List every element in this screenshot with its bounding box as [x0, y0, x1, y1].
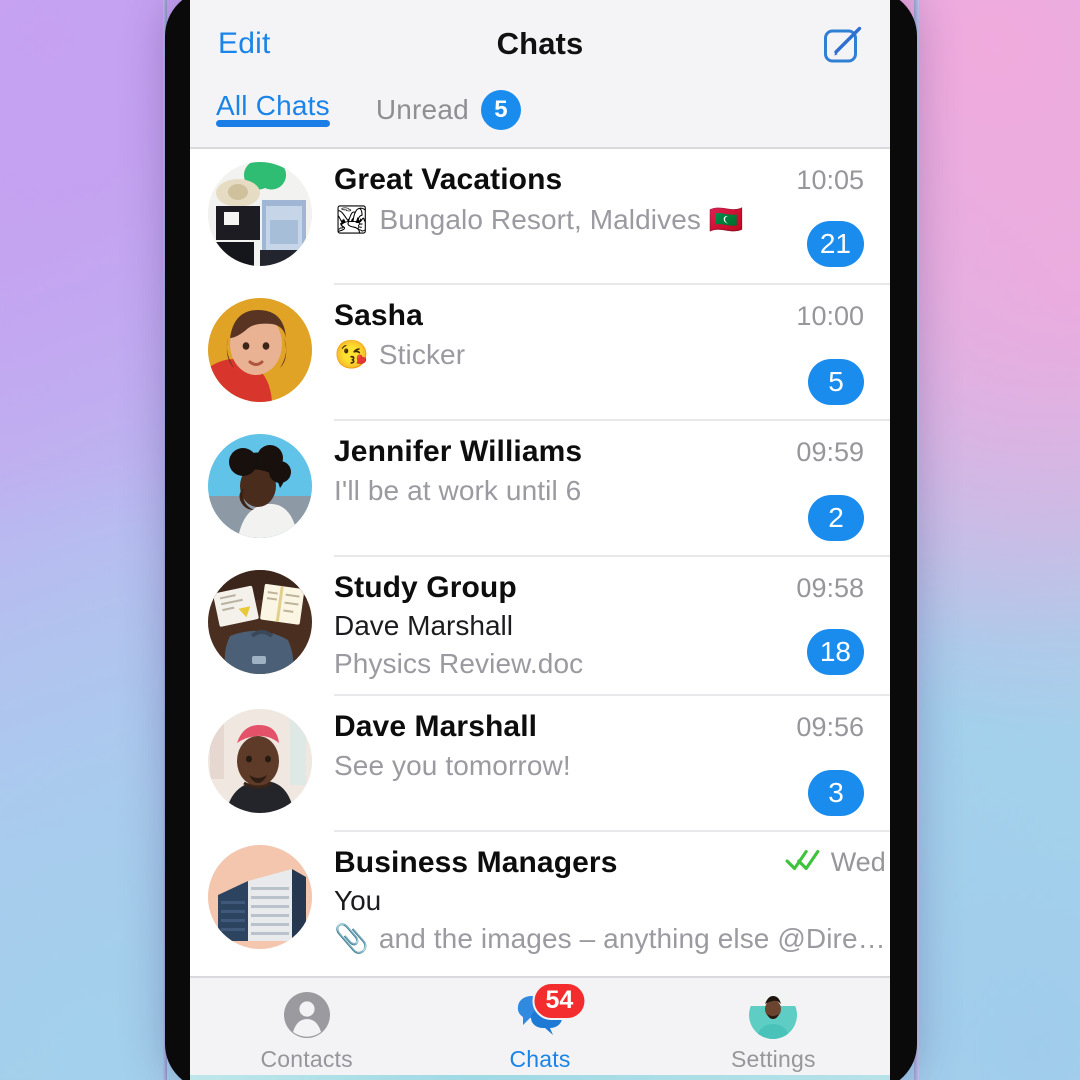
- chat-row-body: Study Group 09:58 Dave Marshall Physics …: [334, 557, 890, 696]
- tab-unread-label: Unread: [375, 94, 469, 125]
- chat-timestamp: 10:05: [796, 165, 864, 195]
- unread-badge: 5: [808, 359, 864, 405]
- phone-screen: Edit Chats All Chats Unread 5 Great Vaca…: [190, 0, 890, 1080]
- avatar-great-vacations[interactable]: [208, 162, 312, 266]
- chat-title: Great Vacations: [334, 163, 563, 196]
- snippet-photo-emoji-icon: 🏞: [334, 203, 370, 235]
- chat-title: Sasha: [334, 299, 423, 332]
- chat-snippet: See you tomorrow!: [334, 750, 571, 781]
- tab-unread[interactable]: Unread 5: [376, 88, 521, 130]
- unread-badge: 2: [808, 495, 864, 541]
- user-photo-avatar-icon: [748, 990, 798, 1040]
- person-circle-icon: [282, 990, 332, 1040]
- chat-list-item[interactable]: Great Vacations 10:05 🏞 Bungalo Resort, …: [190, 149, 890, 285]
- tab-all-chats-label: All Chats: [216, 90, 330, 121]
- double-check-read-icon: [785, 848, 821, 877]
- chat-sender-name: You: [334, 885, 382, 916]
- avatar-jennifer-williams[interactable]: [208, 434, 312, 538]
- avatar-business-managers[interactable]: [208, 845, 312, 949]
- chat-row-body: Jennifer Williams 09:59 I'll be at work …: [334, 421, 890, 557]
- chat-snippet: I'll be at work until 6: [334, 475, 582, 506]
- chat-list-item[interactable]: Jennifer Williams 09:59 I'll be at work …: [190, 421, 890, 557]
- chat-title: Study Group: [334, 571, 517, 604]
- tab-bar-item-settings[interactable]: Settings: [657, 978, 890, 1080]
- chats-unread-count-badge: 54: [532, 981, 587, 1020]
- avatar-sasha[interactable]: [208, 298, 312, 402]
- tab-bar-label-settings: Settings: [730, 1045, 816, 1072]
- chat-timestamp: 09:56: [796, 712, 864, 742]
- chat-list-item[interactable]: Sasha 10:00 😘 Sticker 5: [190, 285, 890, 421]
- chat-row-body: Business Managers Wed You 📎 and the imag…: [334, 832, 890, 971]
- tab-bar-label-contacts: Contacts: [260, 1045, 353, 1072]
- chat-title: Jennifer Williams: [334, 435, 583, 468]
- screen-bottom-edge: [190, 1075, 890, 1080]
- avatar-dave-marshall[interactable]: [208, 709, 312, 813]
- compose-pencil-square-icon[interactable]: [822, 23, 864, 65]
- chat-filter-tabs: All Chats Unread 5: [190, 88, 890, 149]
- unread-badge: 21: [806, 221, 864, 267]
- navigation-bar: Edit Chats: [190, 0, 890, 88]
- tab-unread-count-badge: 5: [480, 90, 521, 130]
- chat-snippet: and the images – anything else @Dire…: [378, 923, 886, 954]
- chat-timestamp: 09:58: [796, 573, 864, 603]
- page-title: Chats: [496, 26, 584, 61]
- chat-snippet: Sticker: [378, 339, 466, 370]
- chat-timestamp: 09:59: [796, 437, 864, 467]
- chat-timestamp: 10:00: [796, 301, 864, 331]
- unread-badge: 3: [808, 770, 864, 816]
- chat-snippet: Bungalo Resort, Maldives 🇲🇻: [379, 204, 744, 235]
- unread-badge: 18: [806, 629, 864, 675]
- speech-bubbles-icon: 54: [515, 981, 587, 1040]
- tab-bar-item-contacts[interactable]: Contacts: [190, 978, 423, 1080]
- snippet-kissing-emoji-icon: 😘: [334, 339, 369, 370]
- tab-active-underline: [216, 120, 330, 127]
- chat-title: Business Managers: [334, 846, 618, 879]
- tab-bar-label-chats: Chats: [509, 1045, 571, 1072]
- bottom-tab-bar: Contacts 54 Chats Settings: [190, 976, 890, 1080]
- chat-sender-name: Dave Marshall: [334, 610, 513, 641]
- chat-list-item[interactable]: Dave Marshall 09:56 See you tomorrow! 3: [190, 696, 890, 832]
- chat-list-item[interactable]: Study Group 09:58 Dave Marshall Physics …: [190, 557, 890, 696]
- tab-bar-item-chats[interactable]: 54 Chats: [423, 978, 656, 1080]
- chat-row-body: Great Vacations 10:05 🏞 Bungalo Resort, …: [334, 149, 890, 285]
- chat-timestamp: Wed: [830, 847, 886, 877]
- avatar-study-group[interactable]: [208, 570, 312, 674]
- snippet-paperclip-attachment-icon: 📎: [334, 923, 369, 954]
- chat-list: Great Vacations 10:05 🏞 Bungalo Resort, …: [190, 149, 890, 971]
- chat-row-body: Dave Marshall 09:56 See you tomorrow! 3: [334, 696, 890, 832]
- tab-all-chats[interactable]: All Chats: [216, 88, 330, 127]
- chat-title: Dave Marshall: [334, 710, 538, 743]
- chat-row-body: Sasha 10:00 😘 Sticker 5: [334, 285, 890, 421]
- chat-list-item[interactable]: Business Managers Wed You 📎 and the imag…: [190, 832, 890, 971]
- chat-snippet: Physics Review.doc: [334, 648, 584, 679]
